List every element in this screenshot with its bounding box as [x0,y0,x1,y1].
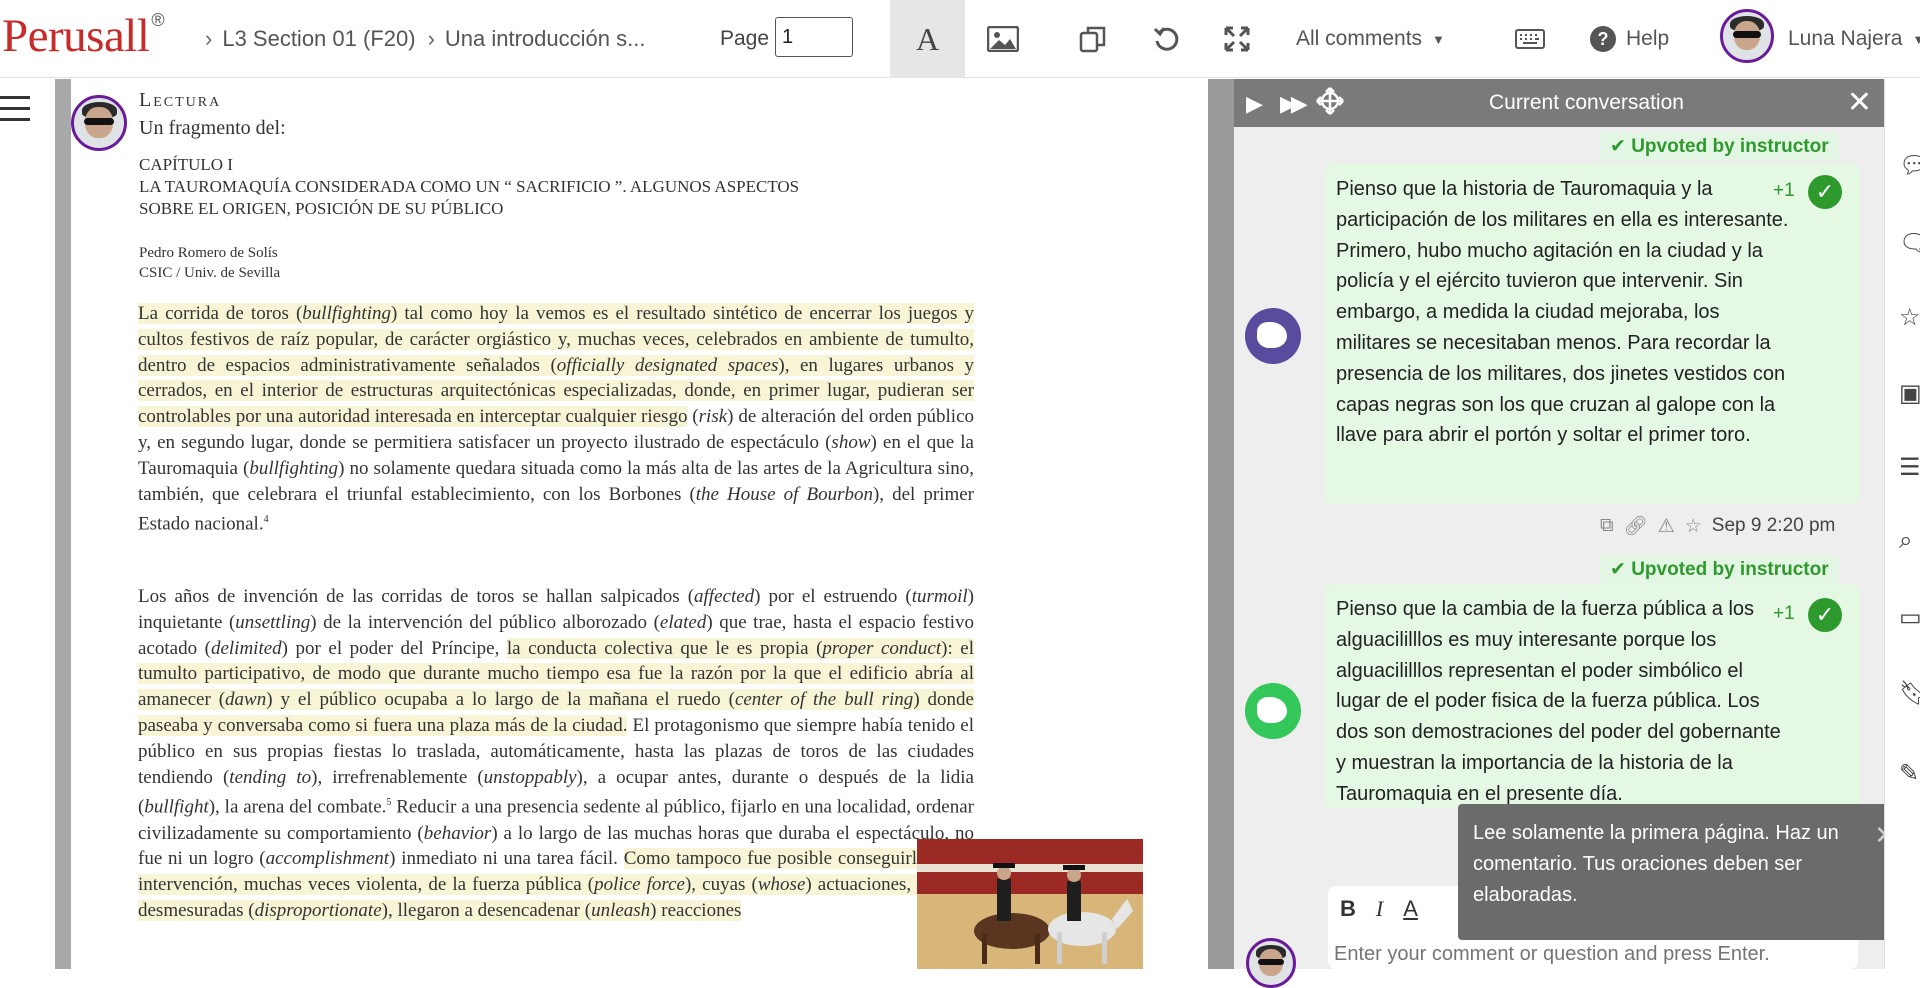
page-number-input[interactable] [775,17,853,57]
bullring-photo[interactable] [917,839,1143,969]
comments-filter-dropdown[interactable]: All comments ▼ [1296,0,1445,78]
chat-icon[interactable]: 🗨︎ [1899,229,1920,258]
help-button[interactable]: ? Help [1590,0,1669,78]
right-sidebar: 💬︎ 🗨︎ ☆ ▣ ☰ ⌕ ▭ 🔖︎ ✎ [1884,79,1920,969]
upvote-count: +1 [1773,603,1795,624]
comment-timestamp: Sep 9 2:20 pm [1711,515,1836,536]
page-label: Page [720,27,770,50]
fast-forward-icon[interactable]: ▶▶ [1280,91,1308,117]
comment-meta: ⧉ 🔗︎ ⚠ ☆ Sep 9 2:20 pm [1600,514,1835,538]
link-icon[interactable]: 🔗︎ [1624,514,1648,538]
top-bar: Perusall ® › L3 Section 01 (F20) › Una in… [0,0,1920,78]
commenter-avatar[interactable] [1245,308,1301,364]
text-color-button[interactable]: A [1403,896,1418,922]
upvote-check-button[interactable]: ✓ [1808,175,1842,209]
format-toolbar: B I A [1340,896,1418,922]
italic-button[interactable]: I [1376,896,1383,922]
document-right-edge [1208,79,1234,969]
check-icon: ✔ [1610,136,1632,157]
keyboard-icon [1515,29,1545,49]
breadcrumb-document[interactable]: Una introducción s... [445,26,646,52]
refresh-icon [1153,27,1179,51]
highlight[interactable]: Como tampoco fue posible conseguirlo sin… [138,848,975,921]
text-mode-button[interactable]: A [890,0,965,78]
author-block: Pedro Romero de Solís CSIC / Univ. de Se… [139,245,281,281]
document-paragraph-1[interactable]: La corrida de toros (bullfighting) tal c… [138,301,975,538]
star-icon[interactable]: ☆ [1685,515,1702,538]
copy-button[interactable] [1068,0,1118,78]
pencil-icon[interactable]: ✎ [1899,759,1919,788]
upvote-check-button[interactable]: ✓ [1808,598,1842,632]
comments-filter-label: All comments [1296,27,1423,50]
play-icon[interactable]: ▶ [1246,91,1263,117]
comment-text: Pienso que la cambia de la fuerza públic… [1336,598,1781,805]
document-paragraph-2[interactable]: Los años de invención de las corridas de… [138,584,975,924]
close-icon[interactable]: ✕ [1847,85,1872,120]
check-icon: ✔ [1610,559,1632,580]
help-label: Help [1626,27,1670,50]
image-icon[interactable]: ▣ [1899,379,1920,408]
comment-bubble[interactable]: Pienso que la historia de Tauromaquia y … [1324,164,1860,505]
help-icon: ? [1590,26,1616,52]
menu-icon[interactable] [0,96,32,126]
chapter-heading: CAPÍTULO I LA TAUROMAQUÍA CONSIDERADA CO… [139,155,800,218]
comment-text: Pienso que la historia de Tauromaquia y … [1336,178,1789,447]
chevron-right-icon: › [205,26,213,51]
breadcrumb: › L3 Section 01 (F20) › Una introducción… [205,0,645,78]
expand-icon [1224,26,1250,52]
caret-down-icon: ▼ [1912,31,1920,47]
author-avatar[interactable] [71,95,127,151]
conversation-header: ▶ ▶▶ Current conversation ✕ [1234,79,1884,127]
breadcrumb-course[interactable]: L3 Section 01 (F20) [222,26,415,52]
upvote-badge: ✔ Upvoted by instructor [1600,555,1839,584]
star-icon[interactable]: ☆ [1899,303,1920,332]
comment-icon[interactable]: 💬︎ [1899,151,1920,180]
highlight[interactable]: La corrida de toros (bullfighting) tal c… [138,303,975,428]
chevron-right-icon: › [427,26,435,51]
reading-label: Lectura [139,89,222,111]
inbox-icon[interactable]: ▭ [1899,603,1920,632]
document-left-edge [55,79,71,969]
keyboard-shortcuts-button[interactable] [1510,0,1550,78]
horsemen-image [917,839,1143,969]
fragment-label: Un fragmento del: [139,117,286,139]
instructions-toast: Lee solamente la primera página. Haz un … [1458,804,1908,940]
copy-icon [1079,26,1106,53]
user-avatar[interactable] [1720,9,1774,63]
caret-down-icon: ▼ [1432,31,1445,47]
upvote-count: +1 [1773,180,1795,201]
upvote-badge: ✔ Upvoted by instructor [1600,132,1839,161]
user-name-label: Luna Najera [1788,27,1903,50]
image-mode-button[interactable] [978,0,1028,78]
comment-input[interactable] [1334,943,1854,966]
warning-icon[interactable]: ⚠ [1658,515,1675,538]
bookmark-icon[interactable]: 🔖︎ [1899,679,1920,708]
search-icon[interactable]: ⌕ [1899,527,1912,555]
user-name[interactable]: Luna Najera ▼ [1788,0,1920,78]
fullscreen-button[interactable] [1212,0,1262,78]
image-icon [987,26,1019,52]
refresh-button[interactable] [1142,0,1192,78]
document-page[interactable]: Lectura Un fragmento del: CAPÍTULO I LA … [71,79,1208,969]
perusall-logo[interactable]: Perusall ® [2,8,165,64]
bold-button[interactable]: B [1340,896,1356,922]
my-avatar [1246,938,1296,988]
move-icon[interactable] [1316,87,1344,120]
commenter-avatar[interactable] [1245,683,1301,739]
list-icon[interactable]: ☰ [1899,453,1920,482]
copy-icon[interactable]: ⧉ [1600,515,1614,537]
text-icon: A [915,20,940,57]
toast-text: Lee solamente la primera página. Haz un … [1473,822,1839,906]
conversation-title: Current conversation [1489,91,1684,114]
